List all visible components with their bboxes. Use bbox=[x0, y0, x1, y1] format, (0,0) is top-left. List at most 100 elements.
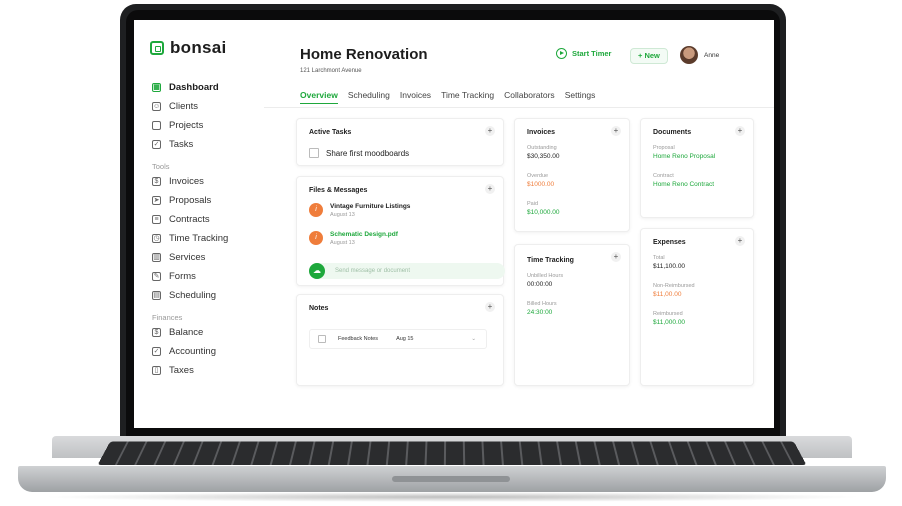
start-timer-label: Start Timer bbox=[572, 49, 612, 58]
add-expense-button[interactable]: + bbox=[735, 236, 745, 246]
expenses-card: Expenses + Total $11,100.00 Non-Reimburs… bbox=[640, 228, 754, 386]
add-note-button[interactable]: + bbox=[485, 302, 495, 312]
avatar[interactable] bbox=[680, 46, 698, 64]
contract-icon: ≡ bbox=[152, 215, 161, 224]
folder-icon bbox=[152, 121, 161, 130]
paid-value: $10,000.00 bbox=[527, 209, 560, 216]
add-invoice-button[interactable]: + bbox=[611, 126, 621, 136]
sidebar-item-taxes[interactable]: ▯ Taxes bbox=[152, 361, 262, 380]
logo[interactable]: bonsai bbox=[150, 38, 227, 58]
sidebar: bonsai ▦ Dashboard ☺ Clients Projects ✓ Tas… bbox=[134, 20, 264, 428]
main-content: Home Renovation 121 Larchmont Avenue Sta… bbox=[264, 20, 774, 428]
sidebar-item-label: Forms bbox=[169, 271, 196, 282]
tab-overview[interactable]: Overview bbox=[300, 90, 338, 104]
sidebar-item-label: Time Tracking bbox=[169, 233, 229, 244]
nonreimbursed-label: Non-Reimbursed bbox=[653, 283, 695, 289]
sidebar-item-label: Balance bbox=[169, 327, 204, 338]
section-label-tools: Tools bbox=[152, 162, 170, 171]
chevron-down-icon[interactable]: ⌄ bbox=[471, 336, 476, 342]
file-item[interactable]: i Vintage Furniture Listings August 13 bbox=[309, 203, 410, 218]
task-checkbox[interactable] bbox=[309, 148, 319, 158]
sidebar-item-label: Dashboard bbox=[169, 82, 219, 93]
accounting-icon: ✓ bbox=[152, 347, 161, 356]
card-title: Invoices bbox=[527, 129, 556, 136]
tab-settings[interactable]: Settings bbox=[565, 90, 596, 104]
message-input[interactable]: ☁ Send message or document bbox=[309, 263, 505, 279]
proposal-label: Proposal bbox=[653, 145, 675, 151]
file-icon: i bbox=[309, 231, 323, 245]
new-button[interactable]: + New bbox=[630, 48, 668, 64]
sidebar-item-balance[interactable]: $ Balance bbox=[152, 323, 262, 342]
add-file-button[interactable]: + bbox=[485, 184, 495, 194]
tab-time-tracking[interactable]: Time Tracking bbox=[441, 90, 494, 104]
sidebar-item-clients[interactable]: ☺ Clients bbox=[152, 97, 262, 116]
calendar-icon: ▤ bbox=[152, 291, 161, 300]
unbilled-label: Unbilled Hours bbox=[527, 273, 564, 279]
balance-icon: $ bbox=[152, 328, 161, 337]
tab-scheduling[interactable]: Scheduling bbox=[348, 90, 390, 104]
task-item[interactable]: Share first moodboards bbox=[309, 148, 409, 158]
sidebar-item-tasks[interactable]: ✓ Tasks bbox=[152, 135, 262, 154]
sidebar-item-dashboard[interactable]: ▦ Dashboard bbox=[152, 78, 262, 97]
note-item[interactable]: Feedback Notes Aug 15 ⌄ bbox=[309, 329, 487, 349]
add-time-button[interactable]: + bbox=[611, 252, 621, 262]
start-timer-button[interactable]: Start Timer bbox=[556, 48, 611, 59]
active-tasks-card: Active Tasks + Share first moodboards bbox=[296, 118, 504, 166]
sidebar-item-proposals[interactable]: ➤ Proposals bbox=[152, 191, 262, 210]
proposal-link[interactable]: Home Reno Proposal bbox=[653, 153, 715, 160]
sidebar-item-scheduling[interactable]: ▤ Scheduling bbox=[152, 286, 262, 305]
notes-card: Notes + Feedback Notes Aug 15 ⌄ bbox=[296, 294, 504, 386]
card-title: Active Tasks bbox=[309, 129, 352, 136]
sidebar-item-label: Clients bbox=[169, 101, 199, 112]
sidebar-item-label: Taxes bbox=[169, 365, 194, 376]
sidebar-item-forms[interactable]: ✎ Forms bbox=[152, 267, 262, 286]
file-item[interactable]: i Schematic Design.pdf August 13 bbox=[309, 231, 398, 246]
page-title: Home Renovation bbox=[300, 46, 428, 63]
services-icon: ▥ bbox=[152, 253, 161, 262]
sidebar-item-services[interactable]: ▥ Services bbox=[152, 248, 262, 267]
task-label: Share first moodboards bbox=[326, 148, 410, 158]
invoice-icon: $ bbox=[152, 177, 161, 186]
overdue-value: $1000.00 bbox=[527, 181, 555, 188]
project-address: 121 Larchmont Avenue bbox=[300, 68, 362, 74]
card-title: Time Tracking bbox=[527, 257, 574, 264]
sidebar-item-label: Contracts bbox=[169, 214, 210, 225]
send-icon: ➤ bbox=[152, 196, 161, 205]
tab-invoices[interactable]: Invoices bbox=[400, 90, 431, 104]
file-name: Schematic Design.pdf bbox=[330, 231, 398, 238]
taxes-icon: ▯ bbox=[152, 366, 161, 375]
sidebar-item-label: Invoices bbox=[169, 176, 204, 187]
add-document-button[interactable]: + bbox=[735, 126, 745, 136]
sidebar-item-invoices[interactable]: $ Invoices bbox=[152, 172, 262, 191]
add-task-button[interactable]: + bbox=[485, 126, 495, 136]
upload-icon[interactable]: ☁ bbox=[309, 263, 325, 279]
time-tracking-card: Time Tracking + Unbilled Hours 00:00:00 … bbox=[514, 244, 630, 386]
sidebar-item-label: Projects bbox=[169, 120, 204, 131]
note-checkbox[interactable] bbox=[318, 335, 326, 343]
laptop-shadow bbox=[40, 492, 864, 502]
sidebar-item-label: Services bbox=[169, 252, 206, 263]
billed-label: Billed Hours bbox=[527, 301, 557, 307]
tab-collaborators[interactable]: Collaborators bbox=[504, 90, 555, 104]
card-title: Files & Messages bbox=[309, 187, 368, 194]
brand-name: bonsai bbox=[170, 38, 227, 57]
message-placeholder: Send message or document bbox=[335, 268, 411, 274]
file-name: Vintage Furniture Listings bbox=[330, 203, 411, 210]
laptop-keyboard bbox=[97, 441, 807, 466]
unbilled-value: 00:00:00 bbox=[527, 281, 553, 288]
sidebar-item-projects[interactable]: Projects bbox=[152, 116, 262, 135]
documents-card: Documents + Proposal Home Reno Proposal … bbox=[640, 118, 754, 218]
user-name[interactable]: Anne bbox=[704, 52, 719, 59]
form-icon: ✎ bbox=[152, 272, 161, 281]
sidebar-nav: ▦ Dashboard ☺ Clients Projects ✓ Tasks Tool… bbox=[152, 78, 262, 380]
invoices-card: Invoices + Outstanding $30,350.00 Overdu… bbox=[514, 118, 630, 232]
billed-value: 24:30:00 bbox=[527, 309, 553, 316]
contract-link[interactable]: Home Reno Contract bbox=[653, 181, 714, 188]
project-tabs: Overview Scheduling Invoices Time Tracki… bbox=[300, 90, 595, 104]
sidebar-item-contracts[interactable]: ≡ Contracts bbox=[152, 210, 262, 229]
sidebar-item-label: Accounting bbox=[169, 346, 217, 357]
sidebar-item-time-tracking[interactable]: ◷ Time Tracking bbox=[152, 229, 262, 248]
file-date: August 13 bbox=[330, 212, 355, 218]
sidebar-item-accounting[interactable]: ✓ Accounting bbox=[152, 342, 262, 361]
bonsai-logo-icon bbox=[150, 41, 164, 55]
